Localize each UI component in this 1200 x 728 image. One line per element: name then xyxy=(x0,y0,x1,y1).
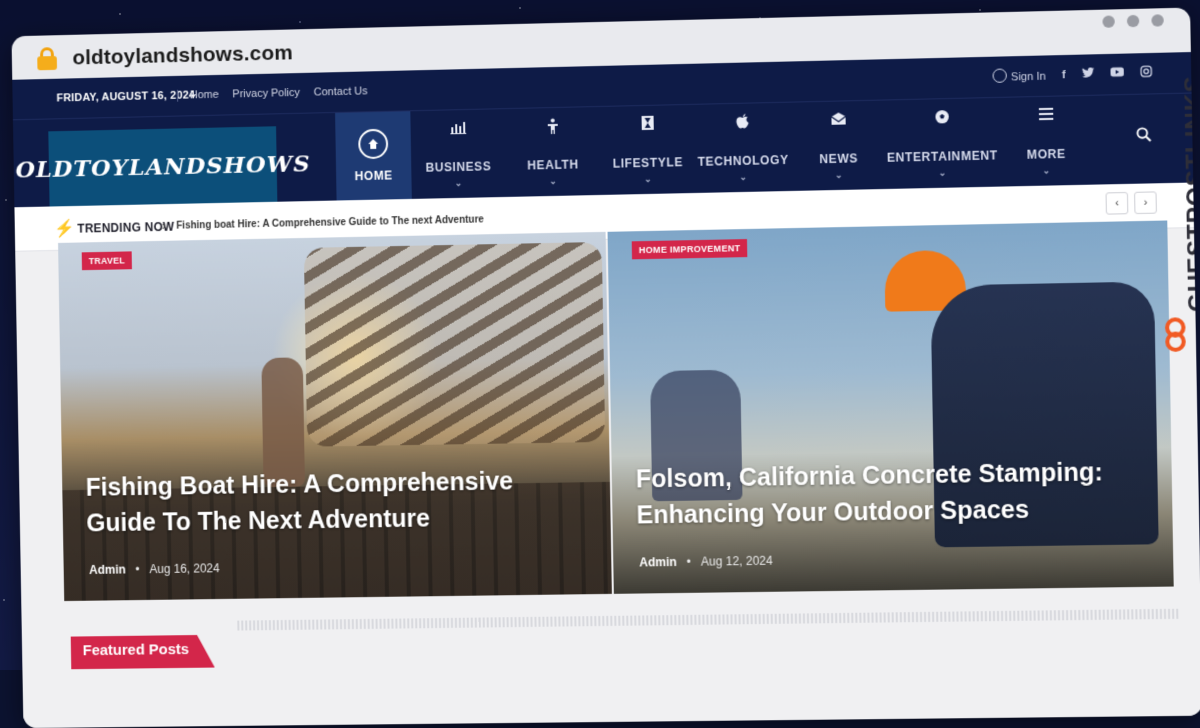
trending-pager: ‹ › xyxy=(1106,191,1157,214)
nav-item-lifestyle[interactable]: LIFESTYLE ⌄ xyxy=(599,105,696,195)
category-tag[interactable]: TRAVEL xyxy=(82,251,132,270)
dot-icon xyxy=(1127,15,1139,27)
nav-item-health[interactable]: HEALTH ⌄ xyxy=(505,107,601,197)
top-link-contact[interactable]: Contact Us xyxy=(314,85,368,98)
home-icon xyxy=(358,129,388,160)
nav-item-news[interactable]: NEWS ⌄ xyxy=(790,100,887,190)
user-icon xyxy=(993,68,1007,82)
chevron-right-icon: › xyxy=(161,218,166,233)
top-links: Home Privacy Policy Contact Us xyxy=(177,85,368,101)
chart-icon xyxy=(450,119,466,137)
chevron-down-icon: ⌄ xyxy=(739,171,747,182)
category-tag[interactable]: HOME IMPROVEMENT xyxy=(632,239,748,259)
window-controls xyxy=(1102,14,1163,28)
top-link-home[interactable]: Home xyxy=(177,89,219,102)
post-meta: Admin • Aug 12, 2024 xyxy=(639,554,773,570)
envelope-icon xyxy=(830,111,846,129)
nav-item-business[interactable]: BUSINESS ⌄ xyxy=(410,109,506,199)
dot-icon xyxy=(1151,14,1163,26)
post-date: Aug 12, 2024 xyxy=(701,554,773,569)
lightning-icon: ⚡ xyxy=(54,219,75,239)
hero-title[interactable]: Folsom, California Concrete Stamping: En… xyxy=(636,453,1122,533)
chevron-down-icon: ⌄ xyxy=(938,167,946,178)
instagram-icon[interactable] xyxy=(1140,65,1153,80)
nav-item-home[interactable]: HOME xyxy=(335,111,412,200)
chevron-down-icon: ⌄ xyxy=(549,175,557,186)
prev-button[interactable]: ‹ xyxy=(1106,192,1129,215)
nav-item-technology[interactable]: TECHNOLOGY ⌄ xyxy=(694,103,791,193)
trending-headline[interactable]: Fishing boat Hire: A Comprehensive Guide… xyxy=(176,214,484,231)
site-logo[interactable]: OLDTOYLANDSHOWS xyxy=(48,126,277,206)
search-icon xyxy=(1136,127,1152,142)
top-link-privacy[interactable]: Privacy Policy xyxy=(232,87,300,100)
hero-card-home-improvement[interactable]: HOME IMPROVEMENT Folsom, California Conc… xyxy=(608,220,1174,593)
twitter-icon[interactable] xyxy=(1082,67,1094,80)
url-text[interactable]: oldtoylandshows.com xyxy=(72,41,293,70)
search-button[interactable] xyxy=(1136,127,1152,148)
hourglass-icon xyxy=(641,115,653,133)
dot-separator: • xyxy=(135,562,139,576)
dot-icon xyxy=(1102,15,1114,27)
chevron-down-icon: ⌄ xyxy=(835,169,843,180)
dot-separator: • xyxy=(687,555,691,569)
post-author[interactable]: Admin xyxy=(639,555,677,570)
hero-title[interactable]: Fishing Boat Hire: A Comprehensive Guide… xyxy=(85,462,560,541)
hero-slider: TRAVEL Fishing Boat Hire: A Comprehensiv… xyxy=(58,220,1174,601)
browser-window: oldtoylandshows.com FRIDAY, AUGUST 16, 2… xyxy=(12,8,1200,728)
post-author[interactable]: Admin xyxy=(89,563,126,577)
next-button[interactable]: › xyxy=(1134,191,1157,214)
nav-item-more[interactable]: MORE ⌄ xyxy=(997,96,1095,187)
post-date: Aug 16, 2024 xyxy=(149,561,219,576)
apple-icon xyxy=(736,113,749,131)
featured-posts-heading: Featured Posts xyxy=(71,635,215,669)
sign-in-link[interactable]: Sign In xyxy=(993,68,1046,84)
hero-card-travel[interactable]: TRAVEL Fishing Boat Hire: A Comprehensiv… xyxy=(58,232,612,601)
trending-label: TRENDING NOW xyxy=(77,220,174,236)
top-right: Sign In f xyxy=(993,65,1153,84)
post-meta: Admin • Aug 16, 2024 xyxy=(89,561,220,577)
current-date: FRIDAY, AUGUST 16, 2024 xyxy=(56,89,195,104)
racks-image xyxy=(304,242,605,447)
chevron-down-icon: ⌄ xyxy=(644,173,652,184)
youtube-icon[interactable] xyxy=(1110,67,1123,80)
soccer-ball-icon xyxy=(934,109,950,127)
nav-menu: HOME BUSINESS ⌄ HEALTH ⌄ LIFESTYLE ⌄ TEC… xyxy=(335,96,1095,201)
link-icon xyxy=(1165,317,1186,352)
facebook-icon[interactable]: f xyxy=(1062,69,1066,81)
chevron-down-icon: ⌄ xyxy=(1042,165,1050,176)
hamburger-icon xyxy=(1038,106,1053,124)
person-icon xyxy=(546,117,558,135)
chevron-down-icon: ⌄ xyxy=(455,177,463,188)
nav-item-entertainment[interactable]: ENTERTAINMENT ⌄ xyxy=(886,98,999,189)
lock-icon xyxy=(37,47,57,69)
